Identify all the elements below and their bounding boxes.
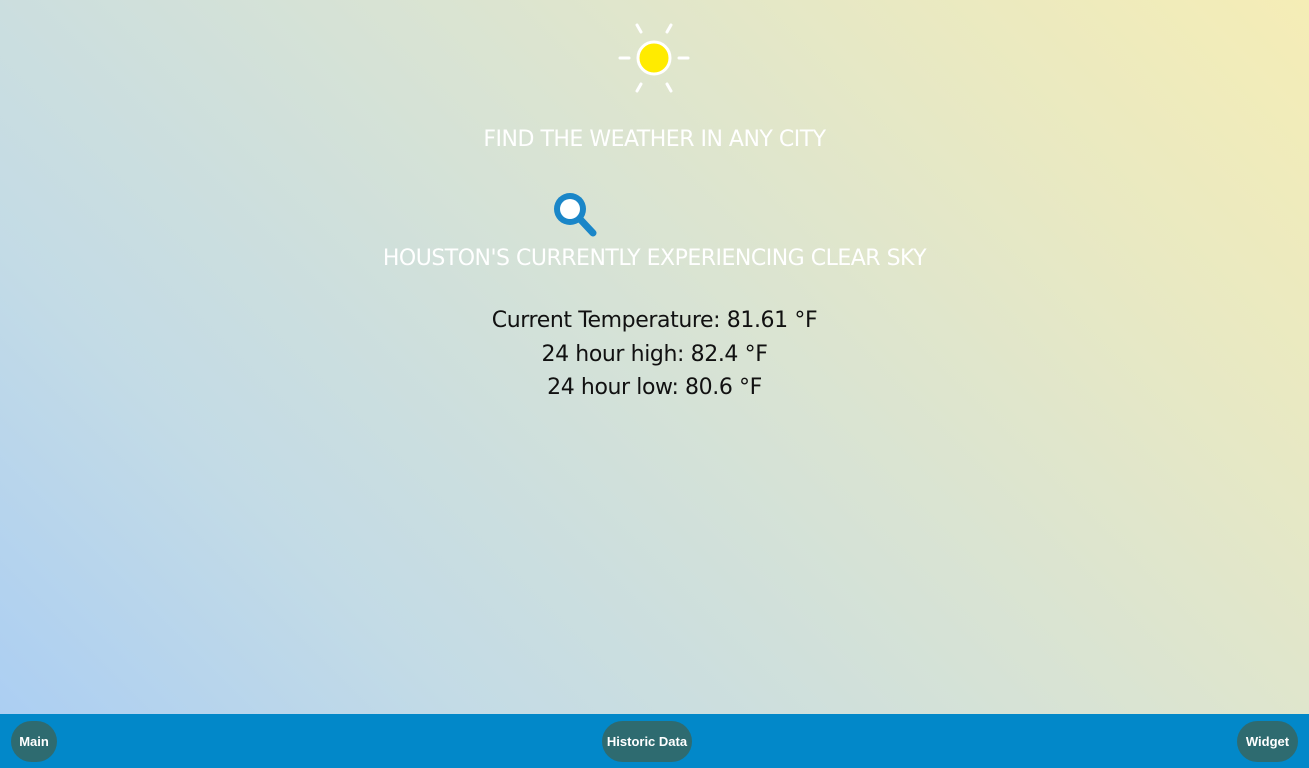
main-button[interactable]: Main bbox=[11, 721, 57, 762]
footer-nav-bar: Main Historic Data Widget bbox=[0, 714, 1309, 768]
weather-condition: HOUSTON'S CURRENTLY EXPERIENCING CLEAR S… bbox=[382, 246, 927, 271]
high-temperature: 24 hour high: 82.4 °F bbox=[541, 341, 768, 367]
current-temperature: Current Temperature: 81.61 °F bbox=[491, 308, 818, 333]
widget-button[interactable]: Widget bbox=[1237, 721, 1298, 762]
weather-readings: Current Temperature: 81.61 °F 24 hour hi… bbox=[0, 307, 1309, 408]
page-tagline: FIND THE WEATHER IN ANY CITY bbox=[483, 127, 826, 152]
low-temperature: 24 hour low: 80.6 °F bbox=[547, 375, 762, 400]
historic-data-button[interactable]: Historic Data bbox=[602, 721, 692, 762]
search-icon[interactable] bbox=[549, 188, 599, 238]
sun-icon bbox=[617, 20, 691, 96]
